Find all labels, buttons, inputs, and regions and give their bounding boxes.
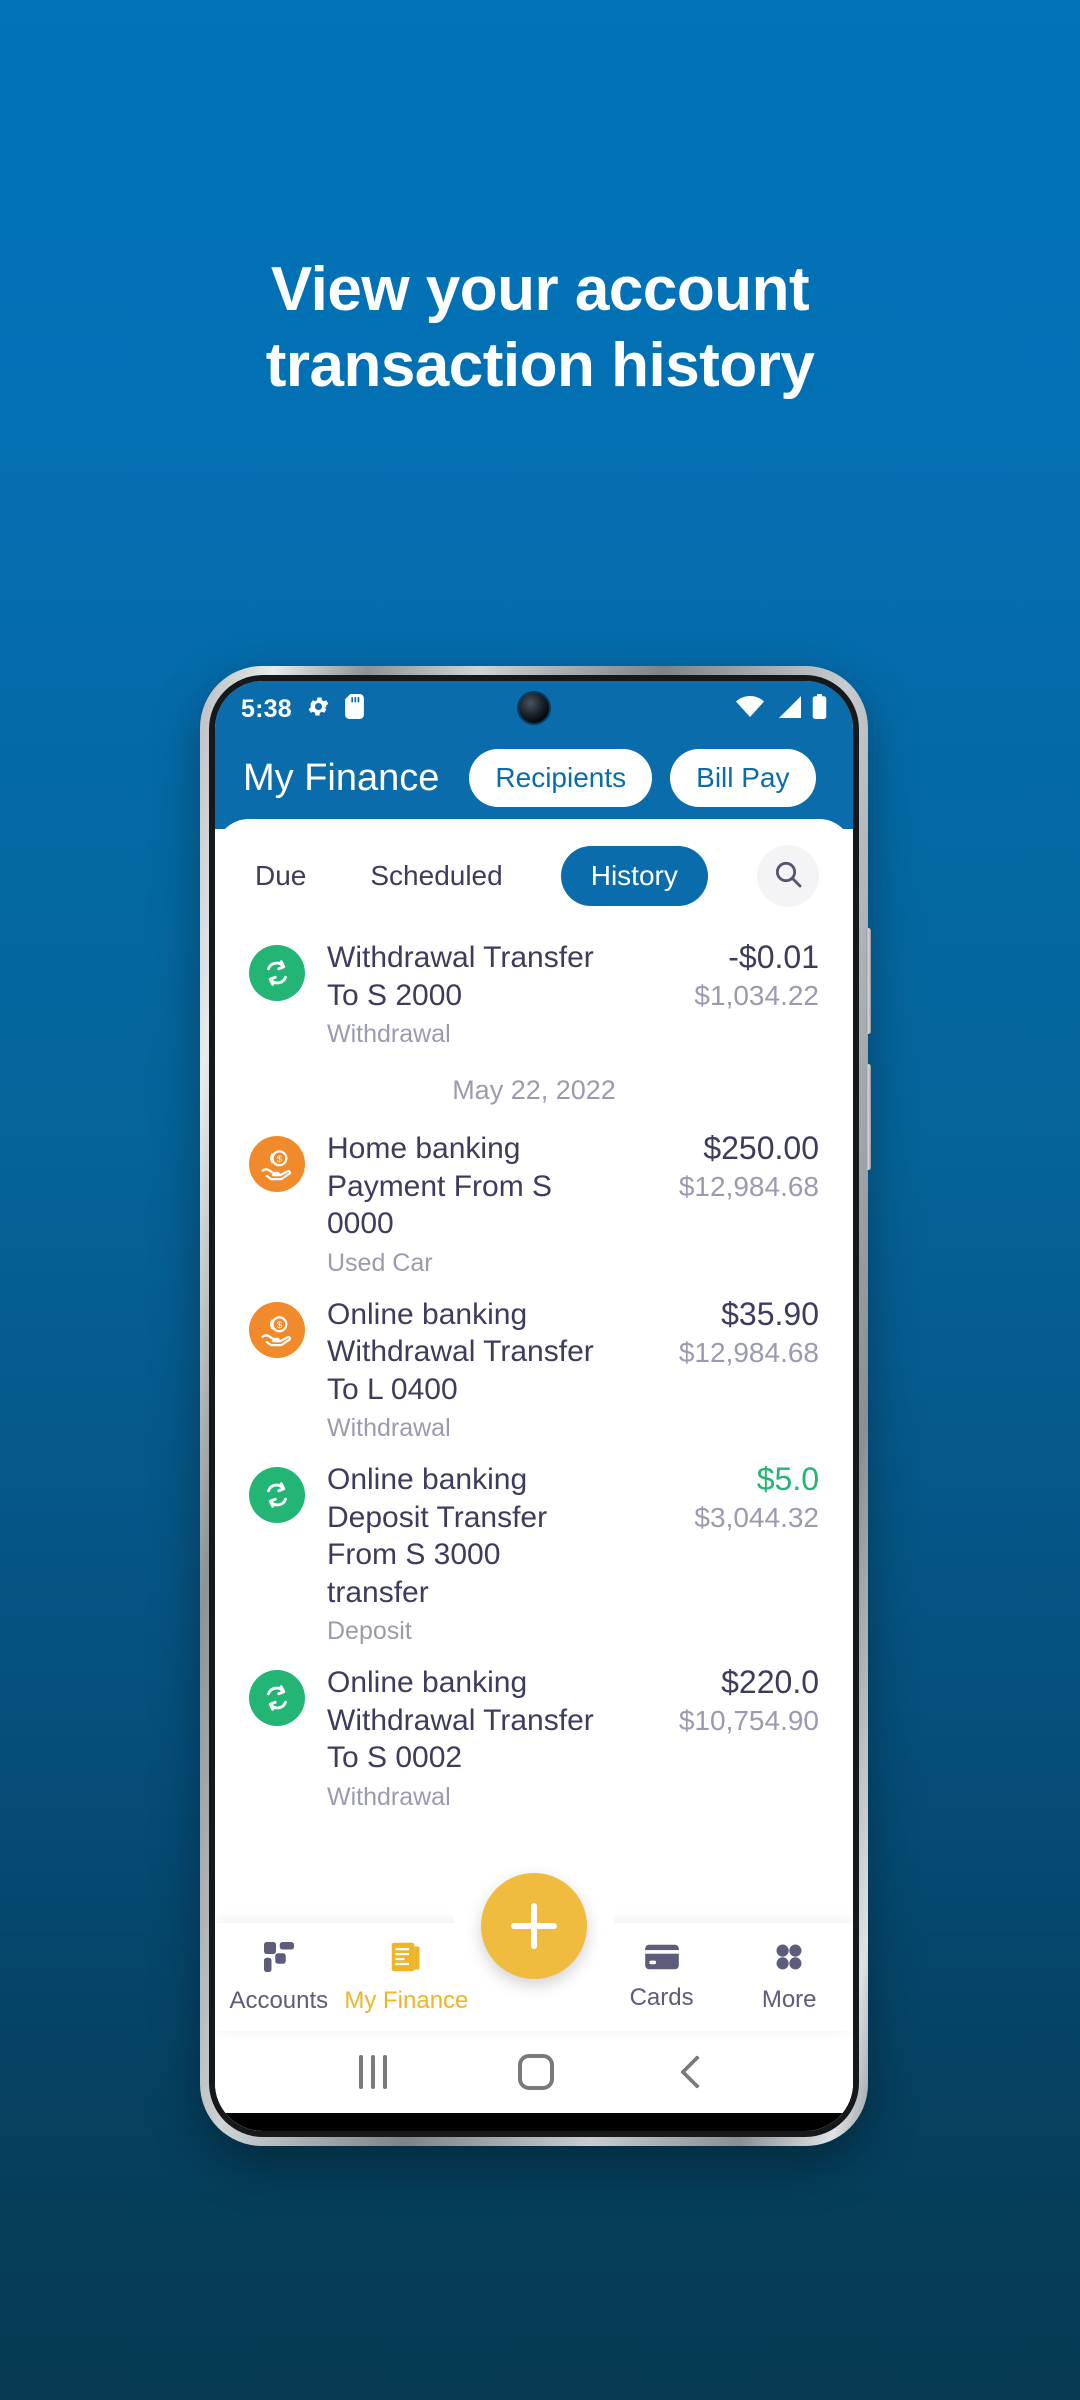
grid-blocks-icon (261, 1939, 297, 1980)
sync-arrows-icon (249, 1467, 305, 1523)
status-bar-left: 5:38 (241, 694, 364, 724)
transaction-subtitle: Deposit (327, 1617, 412, 1645)
front-camera (519, 693, 549, 723)
transaction-amount: $220.0 (721, 1664, 819, 1700)
headline-line-2: transaction history (265, 330, 815, 400)
four-dots-icon (772, 1940, 806, 1979)
transaction-balance: $12,984.68 (678, 1336, 819, 1368)
nav-label-more: More (761, 1986, 817, 2013)
tab-history[interactable]: History (560, 846, 708, 906)
transaction-amount: $250.00 (703, 1130, 819, 1166)
table-row[interactable]: Online banking Withdrawal Transfer To S … (215, 1650, 853, 1816)
transaction-title: Home banking Payment From S 0000 (327, 1132, 553, 1240)
promo-headline: View your account transaction history (0, 252, 1080, 403)
transaction-details: Home banking Payment From S 0000 Used Ca… (327, 1130, 597, 1278)
add-button[interactable] (481, 1873, 587, 1979)
date-separator: May 22, 2022 (452, 1075, 616, 1105)
recipients-button[interactable]: Recipients (469, 749, 653, 807)
status-bar: 5:38 (215, 681, 853, 737)
bottom-navigation: Accounts My Finance Cards More (215, 1873, 853, 2031)
svg-text:$: $ (277, 1319, 283, 1329)
transaction-details: Withdrawal Transfer To S 2000 Withdrawal (327, 939, 597, 1049)
transaction-balance: $10,754.90 (678, 1705, 819, 1736)
transaction-title: Online banking Withdrawal Transfer To L … (327, 1297, 594, 1406)
table-row[interactable]: Online banking Deposit Transfer From S 3… (215, 1447, 853, 1650)
nav-item-cards[interactable]: Cards (598, 1942, 726, 2012)
phone-mockup: 5:38 My Finance Recipients Bill Pay Due … (200, 666, 871, 2146)
content-sheet: Due Scheduled History Withdrawal Transfe… (215, 819, 853, 2131)
hand-coin-icon: $ (249, 1136, 305, 1192)
transaction-subtitle: Used Car (327, 1248, 433, 1277)
transaction-list[interactable]: Withdrawal Transfer To S 2000 Withdrawal… (215, 925, 853, 1923)
transaction-amount: $35.90 (721, 1295, 819, 1332)
battery-icon (812, 694, 827, 724)
search-icon (772, 858, 804, 895)
transaction-details: Online banking Withdrawal Transfer To S … (327, 1664, 597, 1812)
credit-card-icon (644, 1942, 680, 1977)
transaction-details: Online banking Deposit Transfer From S 3… (327, 1461, 597, 1646)
transaction-amounts: $35.90 $12,984.68 (619, 1296, 819, 1369)
sd-card-icon (344, 694, 364, 724)
tab-scheduled[interactable]: Scheduled (364, 860, 508, 892)
svg-text:$: $ (277, 1154, 283, 1164)
transaction-amount: -$0.01 (728, 939, 819, 975)
transaction-subtitle: Withdrawal (327, 1782, 451, 1811)
android-navigation-bar (215, 2031, 853, 2113)
screen-bottom-edge (215, 2113, 853, 2131)
transaction-title: Online banking Withdrawal Transfer To S … (327, 1666, 594, 1774)
tab-due[interactable]: Due (249, 860, 312, 892)
app-header: My Finance Recipients Bill Pay (215, 737, 853, 829)
wifi-icon (736, 695, 764, 723)
transaction-balance: $12,984.68 (678, 1171, 819, 1202)
table-row[interactable]: $ Home banking Payment From S 0000 Used … (215, 1116, 853, 1282)
plus-icon (511, 1903, 557, 1949)
nav-label-my-finance: My Finance (344, 1987, 469, 2014)
transaction-amounts: $250.00 $12,984.68 (619, 1130, 819, 1203)
page-title: My Finance (243, 756, 440, 799)
transaction-balance: $3,044.32 (694, 1502, 819, 1533)
power-button[interactable] (866, 1064, 871, 1170)
back-icon[interactable] (680, 2055, 715, 2089)
transaction-amounts: -$0.01 $1,034.22 (619, 939, 819, 1012)
search-button[interactable] (757, 845, 819, 907)
table-row[interactable]: $ Online banking Withdrawal Transfer To … (215, 1282, 853, 1448)
sync-arrows-icon (249, 945, 305, 1001)
phone-bezel: 5:38 My Finance Recipients Bill Pay Due … (209, 675, 859, 2137)
bill-pay-button[interactable]: Bill Pay (670, 749, 816, 807)
table-row[interactable]: Withdrawal Transfer To S 2000 Withdrawal… (215, 925, 853, 1053)
transaction-amounts: $5.0 $3,044.32 (619, 1461, 819, 1534)
status-bar-right (736, 694, 827, 724)
gear-icon (306, 694, 331, 724)
tab-bar: Due Scheduled History (215, 819, 853, 925)
nav-item-my-finance[interactable]: My Finance (343, 1939, 471, 2015)
receipt-icon (388, 1939, 424, 1980)
phone-screen: 5:38 My Finance Recipients Bill Pay Due … (215, 681, 853, 2131)
sync-arrows-icon (249, 1670, 305, 1726)
transaction-balance: $1,034.22 (694, 980, 819, 1011)
volume-button[interactable] (866, 928, 871, 1034)
nav-item-more[interactable]: More (725, 1940, 853, 2014)
transaction-amount: $5.0 (756, 1461, 819, 1497)
hand-coin-icon: $ (249, 1301, 305, 1358)
nav-label-cards: Cards (629, 1984, 694, 2011)
headline-line-1: View your account (270, 255, 810, 324)
transaction-subtitle: Withdrawal (327, 1020, 451, 1048)
status-time: 5:38 (241, 694, 292, 723)
transaction-subtitle: Withdrawal (327, 1414, 451, 1442)
recents-icon[interactable] (358, 2055, 387, 2089)
nav-label-accounts: Accounts (229, 1987, 329, 2014)
transaction-title: Withdrawal Transfer To S 2000 (327, 941, 594, 1012)
transaction-amounts: $220.0 $10,754.90 (619, 1664, 819, 1737)
nav-item-accounts[interactable]: Accounts (215, 1939, 343, 2015)
transaction-details: Online banking Withdrawal Transfer To L … (327, 1296, 597, 1444)
signal-icon (775, 695, 801, 723)
home-icon[interactable] (517, 2054, 554, 2090)
transaction-title: Online banking Deposit Transfer From S 3… (327, 1463, 548, 1609)
